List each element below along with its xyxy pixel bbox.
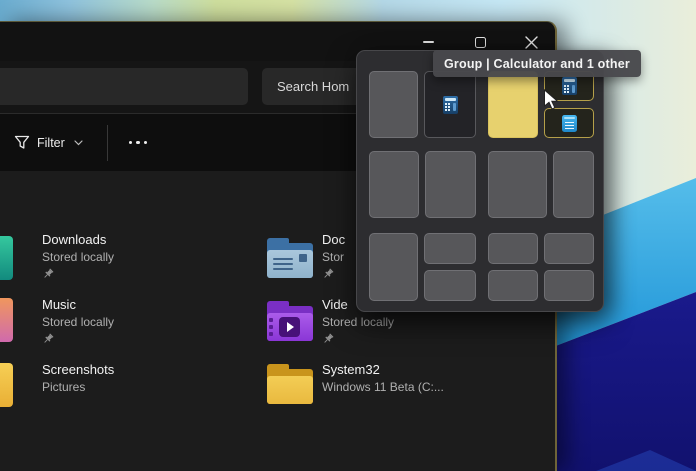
snap-group-tooltip: Group | Calculator and 1 other [433, 50, 641, 77]
calculator-icon [443, 96, 458, 114]
toolbar-divider [107, 125, 108, 161]
snap-layout-half-plus-quarters [369, 233, 476, 301]
address-bar[interactable] [0, 68, 248, 105]
snap-cell[interactable] [488, 270, 538, 301]
item-detail: Stored locally [322, 315, 547, 330]
documents-folder-icon [267, 238, 313, 278]
snap-cell[interactable] [488, 233, 538, 264]
more-options-button[interactable] [123, 135, 154, 151]
downloads-folder-icon [0, 236, 13, 280]
snap-cell-right-calculator[interactable] [424, 71, 476, 138]
list-item[interactable]: Music Stored locally [42, 297, 267, 350]
snap-cell[interactable] [544, 270, 594, 301]
snap-cell[interactable] [544, 233, 594, 264]
snap-cell-left-highlighted[interactable] [488, 71, 538, 138]
snap-cell-left[interactable] [369, 71, 418, 138]
item-detail: Pictures [42, 380, 267, 395]
snap-cell[interactable] [424, 233, 476, 264]
maximize-icon [475, 37, 486, 48]
close-icon [525, 36, 538, 49]
item-name: Music [42, 297, 267, 313]
snap-cell[interactable] [425, 151, 476, 218]
list-item[interactable]: System32 Windows 11 Beta (C:... [322, 362, 547, 395]
snap-cell-bottom-right-notepad[interactable] [544, 108, 594, 138]
snap-layout-quad-grid [488, 233, 594, 301]
snap-cell[interactable] [369, 233, 418, 301]
snap-cell[interactable] [488, 151, 547, 218]
filter-funnel-icon [14, 135, 30, 150]
pin-icon [322, 333, 334, 345]
music-folder-icon [0, 298, 13, 342]
notepad-icon [562, 115, 577, 132]
snap-cell[interactable] [369, 151, 419, 218]
snap-layout-two-equal-halves [369, 151, 476, 218]
filter-label: Filter [37, 136, 65, 150]
calculator-icon [562, 77, 577, 95]
ellipsis-icon [129, 141, 133, 145]
screenshots-folder-icon [0, 363, 13, 407]
desktop: Search Hom Filter [0, 0, 696, 471]
item-name: Screenshots [42, 362, 267, 378]
videos-folder-icon [267, 301, 313, 341]
list-item[interactable]: Downloads Stored locally [42, 232, 267, 285]
list-item[interactable]: Screenshots Pictures [42, 362, 267, 395]
item-name: System32 [322, 362, 547, 378]
pin-icon [42, 268, 54, 280]
item-detail: Windows 11 Beta (C:... [322, 380, 547, 395]
system32-folder-icon [267, 364, 313, 404]
play-icon [287, 322, 294, 332]
snap-cell[interactable] [424, 270, 476, 301]
snap-layout-two-halves [369, 71, 476, 138]
snap-layouts-flyout [356, 50, 604, 312]
item-detail: Stored locally [42, 250, 267, 265]
filter-button[interactable]: Filter [8, 134, 89, 151]
snap-layout-half-plus-quarters-hovered [488, 71, 594, 138]
snap-layout-wide-left [488, 151, 594, 218]
snap-cell[interactable] [553, 151, 594, 218]
pin-icon [42, 333, 54, 345]
minimize-icon [423, 41, 434, 43]
pin-icon [322, 268, 334, 280]
item-detail: Stored locally [42, 315, 267, 330]
chevron-down-icon [74, 140, 83, 146]
item-name: Downloads [42, 232, 267, 248]
